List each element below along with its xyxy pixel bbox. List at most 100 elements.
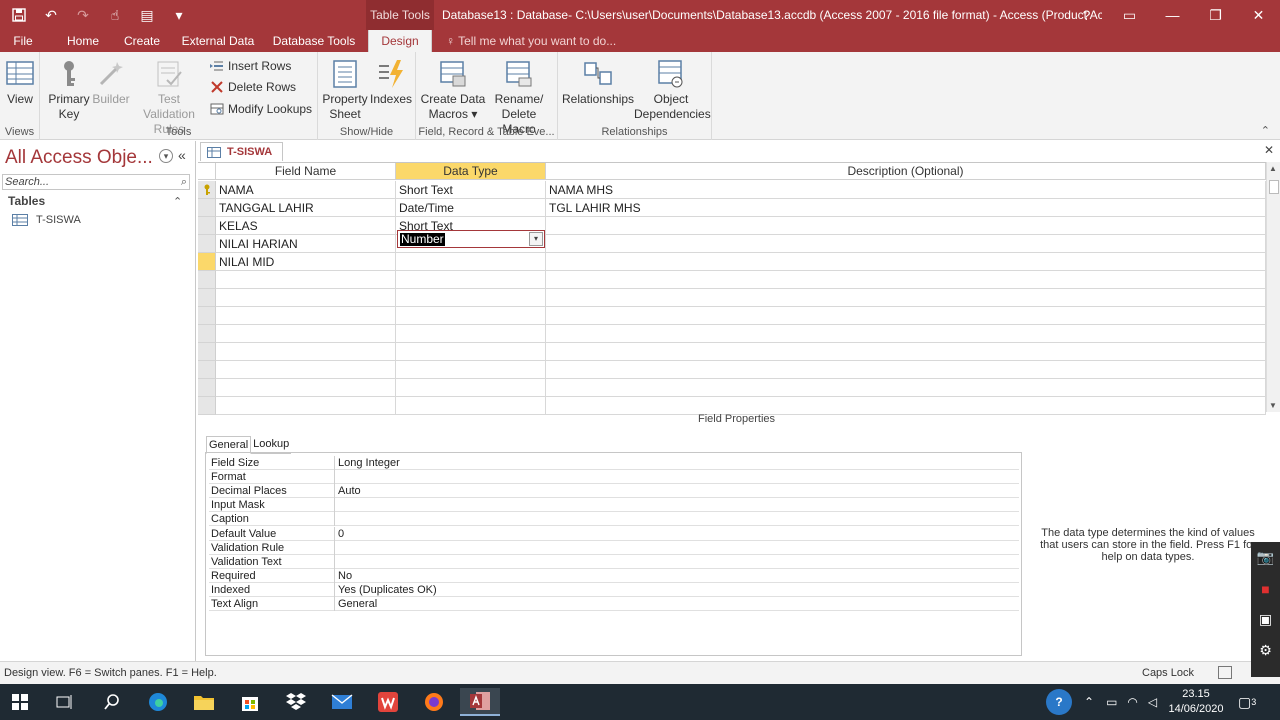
search-taskbar-icon[interactable] — [92, 688, 132, 716]
row-selector[interactable] — [198, 235, 216, 253]
field-property-value[interactable]: Long Integer — [338, 456, 400, 470]
row-selector[interactable] — [198, 307, 216, 325]
column-header-field-name[interactable]: Field Name — [216, 163, 396, 180]
row-selector[interactable] — [198, 253, 216, 271]
description-cell[interactable] — [546, 397, 1266, 415]
taskbar-clock[interactable]: 23.15 14/06/2020 — [1166, 687, 1226, 717]
column-header-description[interactable]: Description (Optional) — [546, 163, 1266, 180]
field-name-cell[interactable] — [216, 343, 396, 361]
description-cell[interactable] — [546, 343, 1266, 361]
field-name-cell[interactable] — [216, 361, 396, 379]
nav-section-tables[interactable]: Tables — [8, 194, 45, 208]
view-button[interactable]: View — [4, 58, 36, 107]
wps-office-icon[interactable] — [368, 688, 408, 716]
modify-lookups-button[interactable]: Modify Lookups — [210, 102, 312, 116]
field-property-row[interactable]: Format — [209, 470, 1019, 485]
field-name-cell[interactable] — [216, 271, 396, 289]
description-cell[interactable]: NAMA MHS — [546, 181, 1266, 199]
minimize-button[interactable]: — — [1151, 0, 1194, 30]
description-cell[interactable] — [546, 325, 1266, 343]
field-property-row[interactable]: Default Value 0 — [209, 526, 1019, 541]
row-selector[interactable] — [198, 181, 216, 199]
field-property-value[interactable]: No — [338, 569, 352, 583]
field-name-cell[interactable]: TANGGAL LAHIR — [216, 199, 396, 217]
row-selector[interactable] — [198, 271, 216, 289]
save-icon[interactable] — [8, 5, 30, 25]
field-property-row[interactable]: Decimal Places Auto — [209, 484, 1019, 499]
data-type-cell[interactable]: Short Text — [396, 181, 546, 199]
gallery-icon[interactable]: ▣ — [1251, 604, 1280, 635]
redo-icon[interactable]: ↷ — [72, 5, 94, 25]
data-type-cell[interactable] — [396, 289, 546, 307]
tab-external-data[interactable]: External Data — [178, 30, 258, 52]
data-type-dropdown[interactable]: Number ▾ — [397, 230, 545, 248]
field-name-cell[interactable]: NILAI MID — [216, 253, 396, 271]
scroll-thumb[interactable] — [1269, 180, 1279, 194]
video-record-icon[interactable]: ■ — [1251, 573, 1280, 604]
data-type-cell[interactable] — [396, 307, 546, 325]
battery-icon[interactable]: ▭ — [1106, 695, 1117, 709]
field-property-value[interactable]: 0 — [338, 527, 344, 541]
data-type-cell[interactable] — [396, 343, 546, 361]
camera-icon[interactable]: 📷 — [1251, 542, 1280, 573]
field-property-row[interactable]: Input Mask — [209, 498, 1019, 513]
column-header-data-type[interactable]: Data Type — [396, 163, 546, 180]
object-dependencies-button[interactable]: Object Dependencies — [634, 58, 711, 122]
tab-database-tools[interactable]: Database Tools — [270, 30, 358, 52]
field-property-value[interactable]: General — [338, 597, 377, 611]
description-cell[interactable]: TGL LAHIR MHS — [546, 199, 1266, 217]
description-cell[interactable] — [546, 289, 1266, 307]
document-tab-t-siswa[interactable]: T-SISWA — [200, 142, 284, 161]
field-property-row[interactable]: Text Align General — [209, 597, 1019, 611]
description-cell[interactable] — [546, 271, 1266, 289]
description-cell[interactable] — [546, 217, 1266, 235]
builder-button[interactable]: Builder — [92, 58, 130, 107]
field-property-value[interactable]: Auto — [338, 484, 361, 498]
property-sheet-button[interactable]: Property Sheet — [322, 58, 368, 122]
tab-home[interactable]: Home — [60, 30, 106, 52]
mail-icon[interactable] — [322, 688, 362, 716]
search-icon[interactable]: ⌕ — [181, 175, 187, 189]
description-cell[interactable] — [546, 379, 1266, 397]
field-name-cell[interactable]: NILAI HARIAN — [216, 235, 396, 253]
field-property-row[interactable]: Field Size Long Integer — [209, 456, 1019, 470]
nav-pane-title[interactable]: All Access Obje... — [5, 147, 153, 169]
field-name-cell[interactable] — [216, 325, 396, 343]
scroll-down-icon[interactable]: ▼ — [1269, 401, 1277, 410]
undo-icon[interactable]: ↶ — [40, 5, 62, 25]
grid-vertical-scrollbar[interactable]: ▲ ▼ — [1266, 162, 1280, 412]
tab-design[interactable]: Design — [368, 30, 432, 53]
field-property-row[interactable]: Caption — [209, 512, 1019, 527]
data-type-cell[interactable] — [396, 361, 546, 379]
data-type-cell[interactable] — [396, 397, 546, 415]
windows-start-icon[interactable] — [0, 688, 40, 716]
field-name-cell[interactable] — [216, 289, 396, 307]
row-selector[interactable] — [198, 397, 216, 415]
data-type-cell[interactable]: Date/Time — [396, 199, 546, 217]
field-property-row[interactable]: Validation Text — [209, 554, 1019, 569]
volume-icon[interactable]: ◁ — [1148, 695, 1157, 709]
nav-options-chevron-icon[interactable]: ▾ — [159, 149, 173, 163]
ribbon-display-icon[interactable]: ▭ — [1108, 0, 1151, 30]
primary-key-button[interactable]: Primary Key — [48, 58, 90, 122]
design-view-icon[interactable] — [1218, 666, 1232, 679]
dropbox-icon[interactable] — [276, 688, 316, 716]
close-document-icon[interactable]: ✕ — [1264, 143, 1274, 157]
field-property-row[interactable]: Required No — [209, 568, 1019, 583]
restore-button[interactable]: ❐ — [1194, 0, 1237, 30]
field-name-cell[interactable] — [216, 397, 396, 415]
form-icon[interactable]: ▤ — [136, 5, 158, 25]
nav-search-input[interactable]: Search... ⌕ — [2, 174, 190, 190]
action-center-icon[interactable]: ▢ 3 — [1238, 684, 1256, 720]
description-cell[interactable] — [546, 235, 1266, 253]
insert-rows-button[interactable]: Insert Rows — [210, 59, 291, 73]
touch-mode-icon[interactable]: ☝ — [104, 5, 126, 25]
row-selector[interactable] — [198, 199, 216, 217]
collapse-ribbon-icon[interactable]: ⌃ — [1261, 124, 1270, 137]
row-selector[interactable] — [198, 289, 216, 307]
relationships-button[interactable]: Relationships — [562, 58, 634, 107]
data-type-cell[interactable] — [396, 325, 546, 343]
dropdown-arrow-icon[interactable]: ▾ — [529, 232, 543, 246]
store-icon[interactable] — [230, 688, 270, 716]
shutter-bar-close-icon[interactable]: « — [178, 147, 186, 163]
